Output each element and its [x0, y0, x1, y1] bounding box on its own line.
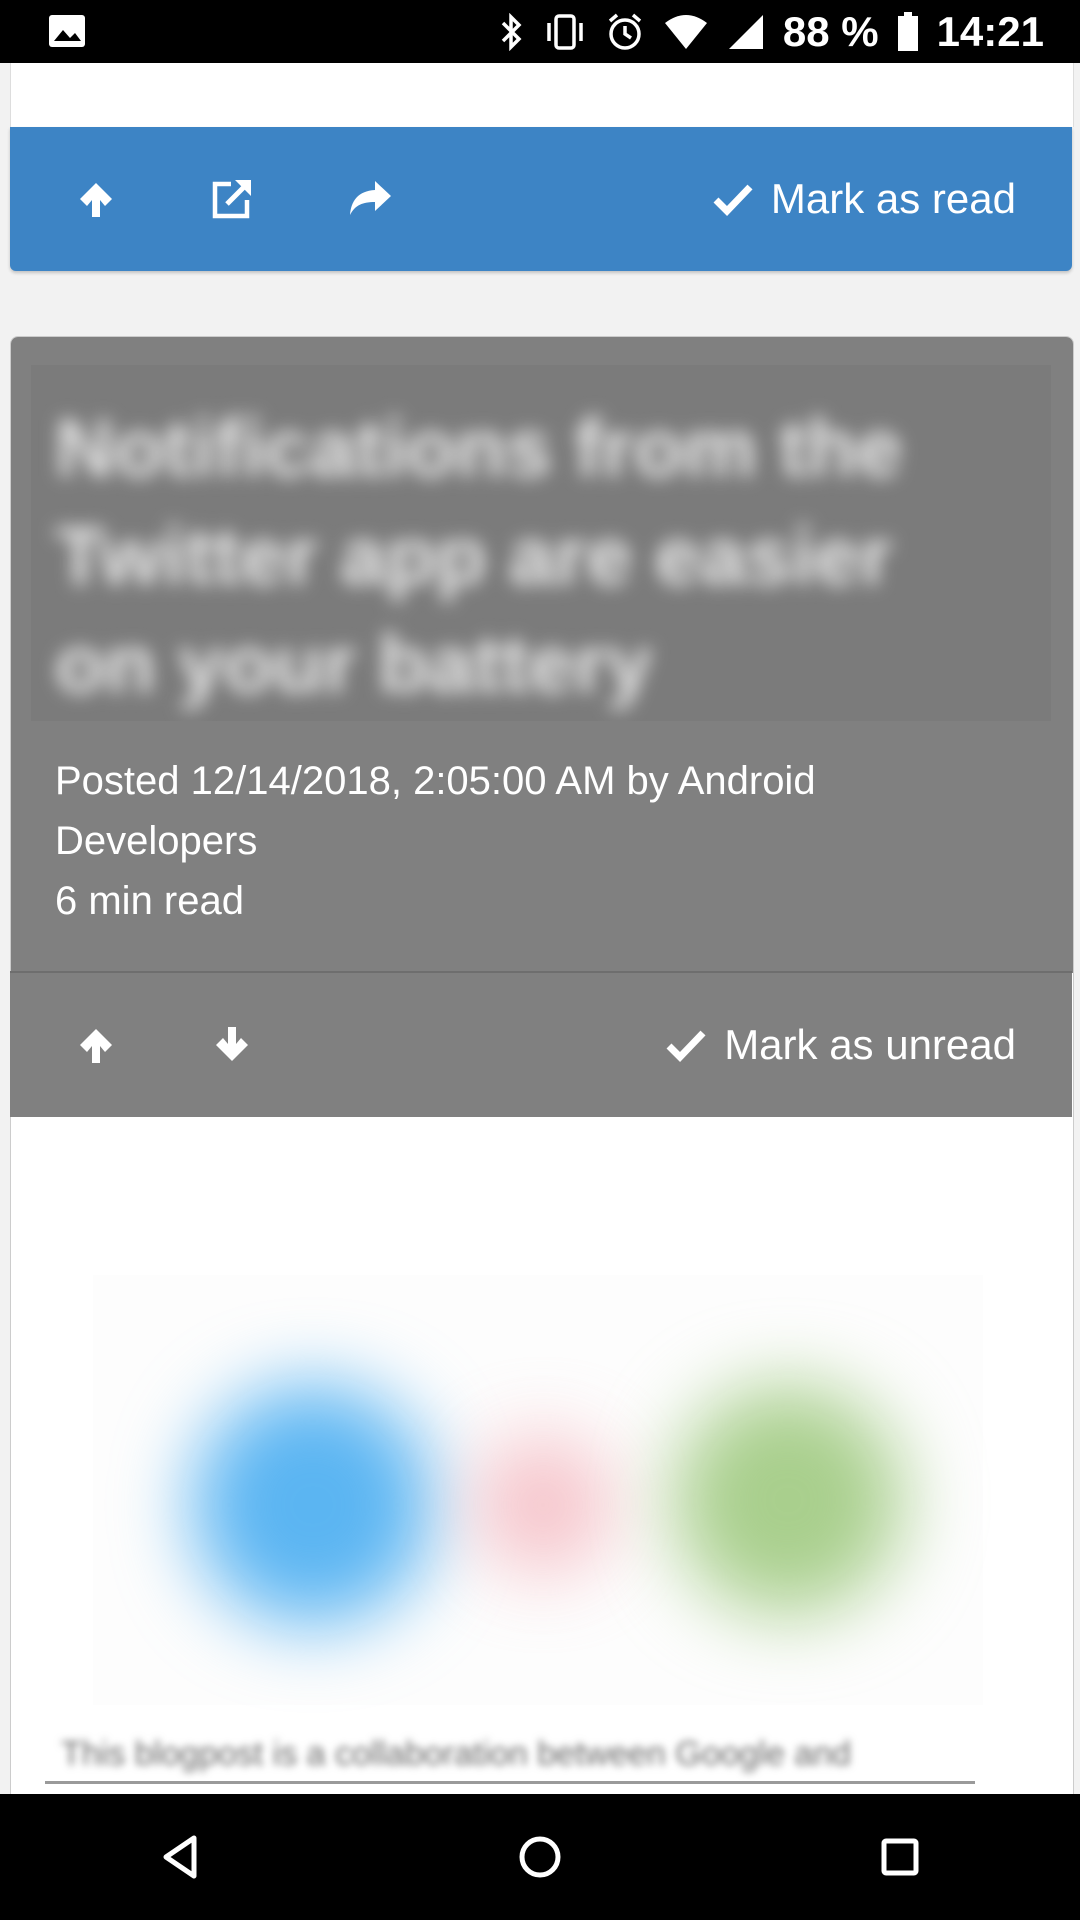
home-button[interactable]: [480, 1812, 600, 1902]
open-external-button[interactable]: [202, 169, 262, 229]
image-icon: [49, 15, 85, 47]
back-icon: [163, 1835, 197, 1879]
hero-blob-red: [473, 1435, 613, 1575]
clock: 14:21: [936, 7, 1044, 55]
hero-blob-green: [673, 1385, 903, 1615]
article-action-bar-read: Mark as unread: [10, 971, 1072, 1117]
article-posted: Posted 12/14/2018, 2:05:00 AM by Android: [55, 759, 816, 803]
external-link-icon: [212, 180, 251, 219]
hero-blob-blue: [193, 1385, 433, 1625]
mark-as-read-button[interactable]: Mark as read: [713, 175, 1016, 223]
alarm-icon: [608, 13, 641, 50]
article-hero-image: [93, 1275, 983, 1705]
downvote-button[interactable]: [202, 1015, 262, 1075]
navigation-bar: [0, 1794, 1080, 1920]
upvote-button[interactable]: [66, 1015, 126, 1075]
mark-as-read-label: Mark as read: [770, 175, 1016, 222]
mark-as-unread-label: Mark as unread: [724, 1021, 1016, 1068]
battery-percent: 88 %: [782, 7, 879, 55]
article-read-time: 6 min read: [55, 879, 244, 923]
home-icon: [519, 1836, 561, 1878]
recents-icon: [881, 1838, 919, 1876]
wifi-icon: [664, 14, 707, 49]
share-icon: [350, 181, 391, 215]
article-title[interactable]: Notifications from the Twitter app are e…: [55, 395, 1015, 719]
back-button[interactable]: [120, 1812, 240, 1902]
article-action-bar: Mark as read: [10, 127, 1072, 271]
article-card-previous: [10, 63, 1074, 127]
battery-icon: [897, 11, 918, 51]
article-title-container[interactable]: Notifications from the Twitter app are e…: [31, 365, 1051, 721]
article-meta: Posted 12/14/2018, 2:05:00 AM by Android…: [55, 751, 1035, 931]
vibrate-icon: [547, 13, 583, 50]
signal-icon: [728, 14, 763, 49]
body-underline: [45, 1781, 975, 1784]
recents-button[interactable]: [840, 1812, 960, 1902]
check-icon: [713, 184, 753, 216]
status-bar: 88 % 14:21: [0, 0, 1080, 63]
share-button[interactable]: [340, 169, 400, 229]
arrow-down-icon: [216, 1027, 248, 1061]
upvote-button[interactable]: [66, 169, 126, 229]
feed[interactable]: Mark as read Notifications from the Twit…: [0, 63, 1080, 1794]
mark-as-unread-button[interactable]: Mark as unread: [666, 1021, 1016, 1069]
bluetooth-icon: [501, 12, 522, 51]
arrow-up-icon: [80, 183, 112, 217]
check-icon: [666, 1030, 706, 1062]
arrow-up-icon: [80, 1029, 112, 1063]
article-author: Developers: [55, 819, 258, 863]
article-body-first-line: This blogpost is a collaboration between…: [61, 1735, 852, 1773]
article-header[interactable]: Notifications from the Twitter app are e…: [11, 337, 1073, 973]
